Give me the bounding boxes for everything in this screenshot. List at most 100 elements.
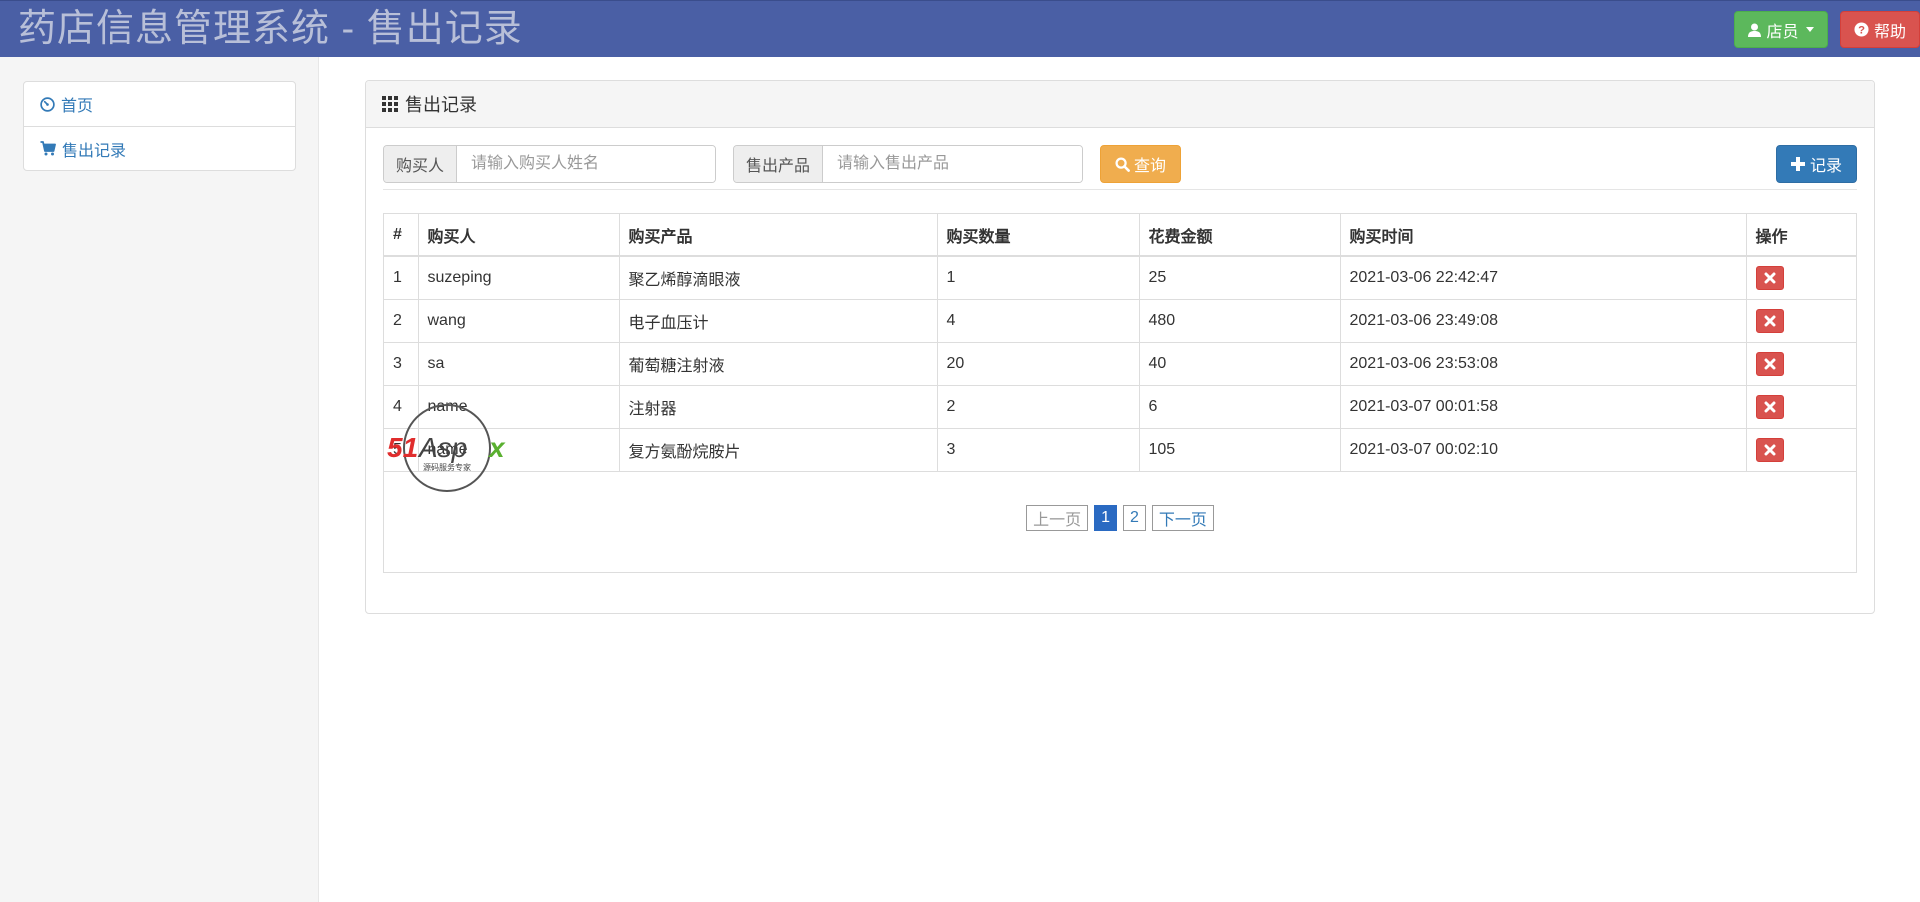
cell-buyer: name	[418, 428, 620, 472]
add-record-button[interactable]: 记录	[1776, 145, 1857, 183]
sidebar-item-sales-records[interactable]: 售出记录	[24, 126, 295, 170]
sidebar-item-label: 售出记录	[62, 142, 127, 160]
table-header-row: # 购买人 购买产品 购买数量 花费金额 购买时间 操作	[384, 214, 1856, 257]
pagination: 上一页 1 2 下一页	[384, 505, 1856, 531]
pagination-page-2[interactable]: 2	[1123, 505, 1146, 531]
cell-actions	[1746, 299, 1856, 343]
cart-icon	[40, 141, 56, 156]
column-header: 购买产品	[619, 214, 938, 257]
table-row: 2 wang 电子血压计 4 480 2021-03-06 23:49:08	[384, 299, 1856, 343]
close-icon	[1764, 444, 1775, 455]
close-icon	[1764, 358, 1775, 369]
cell-index: 4	[384, 385, 419, 429]
column-header: 花费金额	[1139, 214, 1341, 257]
panel-title: 售出记录	[405, 95, 477, 115]
delete-button[interactable]	[1755, 437, 1784, 462]
cell-time: 2021-03-06 23:49:08	[1340, 299, 1747, 343]
delete-button[interactable]	[1755, 308, 1784, 333]
delete-button[interactable]	[1755, 351, 1784, 376]
cell-quantity: 2	[937, 385, 1140, 429]
cell-buyer: name	[418, 385, 620, 429]
pagination-page-1[interactable]: 1	[1094, 505, 1117, 531]
cell-amount: 6	[1139, 385, 1341, 429]
user-icon	[1748, 23, 1762, 37]
column-header: 购买数量	[937, 214, 1140, 257]
cell-index: 1	[384, 256, 419, 300]
sales-table-container: # 购买人 购买产品 购买数量 花费金额 购买时间 操作 1 suzeping …	[383, 213, 1857, 573]
cell-time: 2021-03-07 00:02:10	[1340, 428, 1747, 472]
cell-time: 2021-03-07 00:01:58	[1340, 385, 1747, 429]
sidebar: 首页 售出记录	[0, 57, 319, 902]
cell-index: 3	[384, 342, 419, 386]
cell-actions	[1746, 385, 1856, 429]
search-icon	[1115, 156, 1130, 172]
query-button-label: 查询	[1133, 158, 1166, 175]
query-button[interactable]: 查询	[1100, 145, 1181, 183]
svg-text:?: ?	[1858, 25, 1865, 37]
question-circle-icon: ?	[1854, 22, 1869, 37]
buyer-search-label: 购买人	[384, 146, 458, 182]
panel-heading: 售出记录	[366, 81, 1874, 128]
help-button[interactable]: ? 帮助	[1840, 11, 1920, 48]
product-search-group: 售出产品	[733, 145, 1083, 183]
cell-index: 2	[384, 299, 419, 343]
caret-down-icon	[1805, 27, 1814, 32]
close-icon	[1764, 401, 1775, 412]
cell-time: 2021-03-06 23:53:08	[1340, 342, 1747, 386]
sales-records-panel: 售出记录 购买人 售出产品 查询 记录 #	[365, 80, 1875, 614]
cell-amount: 40	[1139, 342, 1341, 386]
top-header: 药店信息管理系统 - 售出记录 店员 ? 帮助	[0, 0, 1920, 57]
table-row: 3 sa 葡萄糖注射液 20 40 2021-03-06 23:53:08	[384, 342, 1856, 386]
delete-button[interactable]	[1755, 265, 1784, 290]
cell-buyer: suzeping	[418, 256, 620, 300]
cell-quantity: 1	[937, 256, 1140, 300]
cell-quantity: 4	[937, 299, 1140, 343]
column-header: 购买人	[418, 214, 620, 257]
cell-product: 注射器	[619, 385, 938, 429]
cell-amount: 480	[1139, 299, 1341, 343]
cell-actions	[1746, 342, 1856, 386]
column-header: 操作	[1746, 214, 1856, 257]
cell-product: 电子血压计	[619, 299, 938, 343]
cell-quantity: 3	[937, 428, 1140, 472]
cell-index: 5	[384, 428, 419, 472]
cell-amount: 105	[1139, 428, 1341, 472]
buyer-search-input[interactable]	[457, 146, 715, 182]
dashboard-icon	[40, 96, 55, 112]
cell-amount: 25	[1139, 256, 1341, 300]
toolbar-divider	[383, 189, 1857, 190]
column-header: #	[384, 214, 419, 257]
sidebar-nav: 首页 售出记录	[23, 81, 296, 171]
cell-product: 葡萄糖注射液	[619, 342, 938, 386]
cell-product: 复方氨酚烷胺片	[619, 428, 938, 472]
table-row: 5 name 复方氨酚烷胺片 3 105 2021-03-07 00:02:10	[384, 428, 1856, 472]
close-icon	[1764, 315, 1775, 326]
sidebar-item-label: 首页	[61, 98, 94, 115]
table-row: 4 name 注射器 2 6 2021-03-07 00:01:58	[384, 385, 1856, 429]
product-search-label: 售出产品	[734, 146, 824, 182]
cell-quantity: 20	[937, 342, 1140, 386]
cell-buyer: sa	[418, 342, 620, 386]
table-row: 1 suzeping 聚乙烯醇滴眼液 1 25 2021-03-06 22:42…	[384, 256, 1856, 300]
grid-icon	[382, 96, 398, 112]
cell-buyer: wang	[418, 299, 620, 343]
cell-time: 2021-03-06 22:42:47	[1340, 256, 1747, 300]
product-search-input[interactable]	[823, 146, 1082, 182]
pagination-next[interactable]: 下一页	[1151, 505, 1214, 531]
user-menu-button[interactable]: 店员	[1734, 11, 1828, 48]
sidebar-item-home[interactable]: 首页	[24, 82, 295, 126]
help-label: 帮助	[1873, 23, 1906, 41]
user-menu-label: 店员	[1766, 23, 1799, 41]
add-record-label: 记录	[1809, 158, 1842, 175]
cell-actions	[1746, 428, 1856, 472]
cell-actions	[1746, 256, 1856, 300]
page-title: 药店信息管理系统 - 售出记录	[18, 8, 523, 50]
delete-button[interactable]	[1755, 394, 1784, 419]
plus-icon	[1790, 157, 1805, 171]
sales-table: # 购买人 购买产品 购买数量 花费金额 购买时间 操作 1 suzeping …	[384, 214, 1856, 472]
pagination-prev[interactable]: 上一页	[1026, 505, 1089, 531]
cell-product: 聚乙烯醇滴眼液	[619, 256, 938, 300]
close-icon	[1764, 272, 1775, 284]
column-header: 购买时间	[1340, 214, 1747, 257]
buyer-search-group: 购买人	[383, 145, 716, 183]
